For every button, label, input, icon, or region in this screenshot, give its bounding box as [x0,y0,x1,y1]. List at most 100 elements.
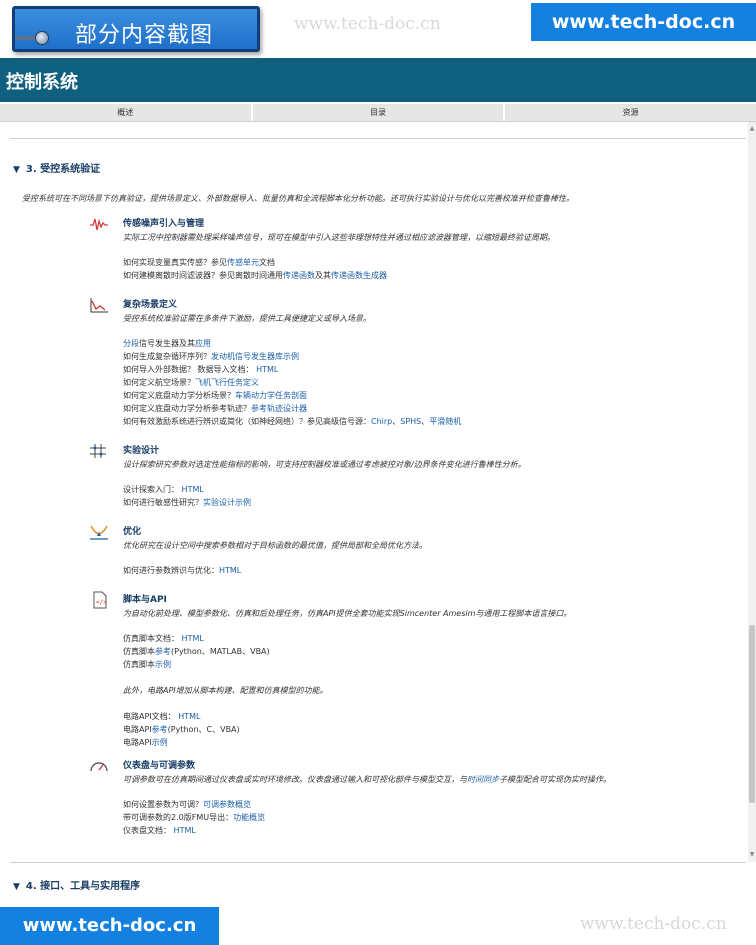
scroll-up-icon[interactable]: ▲ [749,126,755,132]
feature-line: 仿真脚本参考(Python、MATLAB、VBA) [123,645,328,658]
feature-line: 如何定义底盘动力学分析场景？车辆动力学任务剖面 [123,389,461,402]
feature-line: 如何建模离散时间滤波器？参见离散时间通用传递函数及其传递函数生成器 [123,269,387,282]
line-text: 带可调参数的2.0版FMU导出： [123,813,234,822]
line-text: 此外，电路API增加从脚本构建、配置和仿真模型的功能。 [123,686,328,695]
doc-link[interactable]: 实验设计示例 [203,498,251,507]
feature-line: 仪表盘文档： HTML [123,824,265,837]
doc-link[interactable]: 传感单元 [227,258,259,267]
scroll-down-icon[interactable]: ▼ [749,852,755,858]
doc-link[interactable]: 发动机信号发生器库示例 [211,352,299,361]
doc-link[interactable]: 可调参数概览 [203,800,251,809]
feature-desc: 设计探索研究参数对选定性能指标的影响，可支持控制器校准或通过考虑被控对象/边界条… [123,460,526,469]
tab-overview[interactable]: 概述 [0,104,253,121]
section-4-header[interactable]: ▼ 4. 接口、工具与实用程序 [13,877,140,892]
line-text: 如何实现变量真实传感？参见 [123,258,227,267]
doc-link[interactable]: 传递函数 [283,271,315,280]
line-text: 如何建模离散时间滤波器？参见离散时间通用 [123,271,283,280]
grid-design-icon [90,444,106,458]
feature-line: 如何实现变量真实传感？参见传感单元文档 [123,256,387,269]
tab-contents[interactable]: 目录 [252,104,506,121]
line-text: 电路API [123,738,152,747]
feature-desc: 为自动化前处理、模型参数化、仿真和后处理任务，仿真API提供全套功能实现Simc… [123,609,572,618]
doc-link[interactable]: 参考轨迹设计器 [251,404,307,413]
page-title: 控制系统 [6,72,78,93]
doc-link[interactable]: HTML [219,566,241,575]
site-link-top[interactable]: www.tech-doc.cn [531,3,756,41]
line-text: 如何进行敏感性研究？ [123,498,203,507]
feature-desc: 可调参数可在仿真期间通过仪表盘或实时环境修改。仪表盘通过输入和可视化部件与模型交… [123,774,611,785]
line-text: 仿真脚本 [123,647,155,656]
feature-line: 仿真脚本示例 [123,658,328,671]
optimization-icon [90,525,108,540]
doc-link[interactable]: HTML [182,634,204,643]
doc-link[interactable]: SPHS [400,417,421,426]
feature-line: 电路API文档： HTML [123,710,328,723]
feature-lines: 如何进行参数辨识与优化：HTML [123,564,241,577]
line-text: (Python、MATLAB、VBA) [171,647,270,656]
doc-link[interactable]: 示例 [155,660,171,669]
doc-link[interactable]: 示例 [152,738,168,747]
doc-link[interactable]: Chirp [371,417,392,426]
doc-link[interactable]: HTML [174,826,196,835]
expand-triangle-icon: ▼ [13,165,20,175]
doc-link[interactable]: 分段 [123,339,139,348]
feature-line: 如何进行敏感性研究？实验设计示例 [123,496,251,509]
feature-line: 电路API示例 [123,736,328,749]
section-3-intro: 受控系统可在不同场景下仿真验证，提供场景定义、外部数据导入、批量仿真和全流程脚本… [22,194,574,203]
expand-triangle-icon: ▼ [13,882,20,892]
feature-title: 实验设计 [123,446,160,456]
script-file-icon: </> [93,591,107,609]
line-text: 如何设置参数为可调？ [123,800,203,809]
divider [10,138,746,139]
feature-line [123,671,328,684]
line-text: 仿真脚本 [123,660,155,669]
site-link-bottom[interactable]: www.tech-doc.cn [0,907,219,945]
desc-text: 子模型配合可实现伪实时操作。 [499,775,611,784]
feature-line: 电路API参考(Python、C、VBA) [123,723,328,736]
doc-link[interactable]: 传递函数生成器 [331,271,387,280]
screenshot-badge: 部分内容截图 [12,6,260,52]
doc-link[interactable]: HTML [182,485,204,494]
feature-lines: 仿真脚本文档： HTML 仿真脚本参考(Python、MATLAB、VBA) 仿真脚… [123,632,328,749]
line-text: 电路API [123,725,152,734]
line-text: 电路API文档： [123,712,179,721]
doc-link[interactable]: 平滑随机 [429,417,461,426]
doc-link[interactable]: 飞机飞行任务定义 [195,378,259,387]
doc-link[interactable]: HTML [178,712,200,721]
dashboard-gauge-icon [90,762,108,772]
feature-line [123,697,328,710]
feature-line: 带可调参数的2.0版FMU导出：功能概览 [123,811,265,824]
doc-link[interactable]: 车辆动力学任务剖面 [235,391,307,400]
scenario-chart-icon [90,298,108,313]
line-text: 及其 [315,271,331,280]
page-header: 控制系统 [0,58,756,102]
line-text: 如何导入外部数据？ 数据导入文档： [123,365,257,374]
line-text: 如何定义航空场景？ [123,378,195,387]
feature-line: 如何定义航空场景？飞机飞行任务定义 [123,376,461,389]
section-3-title: 3. 受控系统验证 [25,164,101,175]
line-text: 信号发生器及其 [139,339,195,348]
scrollbar-thumb[interactable] [749,625,755,803]
doc-link[interactable]: 功能概览 [233,813,265,822]
doc-link[interactable]: 参考 [155,647,171,656]
feature-lines: 设计探索入门： HTML 如何进行敏感性研究？实验设计示例 [123,483,251,509]
doc-link[interactable]: 参考 [152,725,168,734]
watermark-bottom: www.tech-doc.cn [580,914,727,934]
line-text: 仿真脚本文档： [123,634,182,643]
line-text: 如何定义底盘动力学分析场景？ [123,391,235,400]
desc-link[interactable]: 时间同步 [467,775,499,784]
doc-link[interactable]: HTML [256,365,278,374]
tab-resources[interactable]: 资源 [505,104,756,121]
desc-text: 可调参数可在仿真期间通过仪表盘或实时环境修改。仪表盘通过输入和可视化部件与模型交… [123,775,467,784]
line-text: 设计探索入门： [123,485,182,494]
badge-knob-icon [35,31,49,45]
feature-title: 传感噪声引入与管理 [123,219,205,229]
line-text: 文档 [259,258,275,267]
doc-link[interactable]: 应用 [195,339,211,348]
section-3-header[interactable]: ▼ 3. 受控系统验证 [13,160,100,175]
line-text: (Python、C、VBA) [167,725,240,734]
feature-desc: 优化研究在设计空间中搜索参数相对于目标函数的最优值，提供局部和全局优化方法。 [123,541,427,550]
feature-line: 如何设置参数为可调？可调参数概览 [123,798,265,811]
feature-title: 优化 [123,527,142,537]
line-text: 如何有效激励系统进行辨识或简化（如神经网络）？参见高级信号源： [123,417,371,426]
